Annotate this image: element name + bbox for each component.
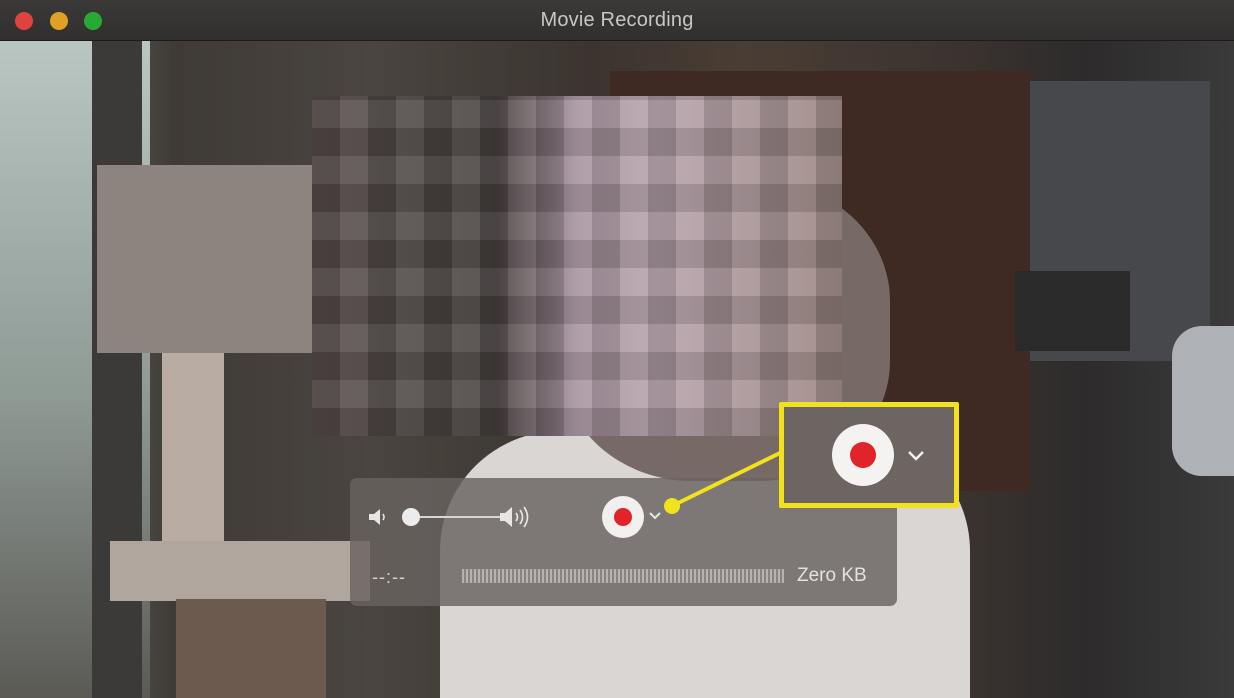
- quicktime-window: Movie Recording --:-- Zero KB: [0, 0, 1234, 698]
- record-icon: [850, 442, 876, 468]
- chevron-down-icon[interactable]: [907, 450, 925, 462]
- record-button-callout: [779, 402, 959, 508]
- callout-pointer: [664, 450, 783, 514]
- record-button-zoomed[interactable]: [832, 424, 894, 486]
